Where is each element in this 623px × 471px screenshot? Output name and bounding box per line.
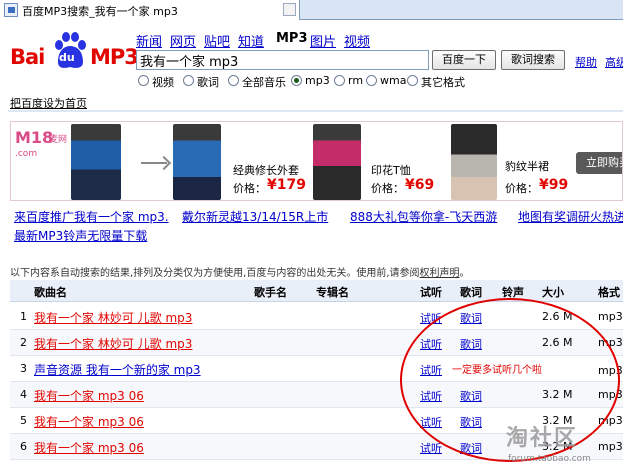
watermark-url: forum.taobao.com	[508, 454, 591, 464]
col-header-listen: 试听	[420, 286, 442, 299]
nav-item-images[interactable]: 图片	[310, 31, 336, 50]
arrow-right-icon	[141, 162, 167, 164]
tab-strip: 百度MP3搜索_我有一个家 mp3	[0, 0, 623, 20]
m18-logo: M18	[15, 128, 54, 147]
row-number: 2	[20, 336, 27, 349]
product-name-skirt: 豹纹半裙	[505, 160, 549, 173]
song-link[interactable]: 我有一个家 mp3 06	[34, 387, 144, 404]
set-homepage-link[interactable]: 把百度设为首页	[10, 95, 87, 111]
rights-statement-link[interactable]: 权利声明	[420, 268, 460, 279]
promo-link-5[interactable]: 最新MP3铃声无限量下载	[14, 227, 147, 244]
logo-mp3-text: MP3	[90, 45, 139, 69]
promo-link-1[interactable]: 来百度推广我有一个家 mp3.	[14, 208, 169, 225]
file-format: mp3	[598, 310, 623, 323]
radio-mp3[interactable]	[291, 75, 302, 86]
col-header-album: 专辑名	[316, 286, 349, 299]
browser-tab[interactable]: 百度MP3搜索_我有一个家 mp3	[0, 0, 300, 20]
col-header-size: 大小	[542, 286, 564, 299]
product-name-tshirt: 印花T恤	[371, 164, 411, 177]
promo-link-4[interactable]: 地图有奖调研火热进行	[518, 208, 623, 225]
product-photo-tshirt	[313, 124, 361, 200]
baidu-mp3-logo[interactable]: Bai du MP3	[10, 30, 139, 74]
price-tshirt: ¥69	[405, 177, 435, 193]
nav-item-video[interactable]: 视频	[344, 31, 370, 50]
price-jacket: ¥179	[267, 177, 306, 193]
header-divider	[8, 110, 623, 112]
promo-link-2[interactable]: 戴尔新灵越13/14/15R上市	[182, 208, 328, 225]
price-skirt: ¥99	[539, 177, 569, 193]
row-number: 6	[20, 440, 27, 453]
nav-item-tieba[interactable]: 贴吧	[204, 31, 230, 50]
radio-rm[interactable]	[334, 75, 345, 86]
advanced-link[interactable]: 高级	[605, 54, 623, 70]
tab-title: 百度MP3搜索_我有一个家 mp3	[22, 5, 178, 18]
song-link[interactable]: 我有一个家 mp3 06	[34, 439, 144, 456]
col-header-lyrics: 歌词	[460, 286, 482, 299]
row-number: 5	[20, 414, 27, 427]
radio-wma[interactable]	[366, 75, 377, 86]
nav-item-news[interactable]: 新闻	[136, 31, 162, 50]
nav-item-mp3[interactable]: MP3	[276, 31, 308, 46]
promo-link-3[interactable]: 888大礼包等你拿-飞天西游	[350, 208, 497, 225]
m18-logo-sub: 麦网	[49, 135, 68, 145]
taobao-watermark: 淘社区 forum.taobao.com	[506, 420, 618, 470]
col-header-format: 格式	[598, 286, 620, 299]
radio-rm-label: rm	[348, 74, 364, 87]
tab-close-icon[interactable]	[283, 3, 296, 16]
disclaimer-text: 以下内容系自动搜索的结果,排列及分类仅为方便使用,百度与内容的出处无关。使用前,…	[10, 268, 420, 279]
watermark-logo: 淘社区	[506, 426, 579, 451]
nav-item-web[interactable]: 网页	[170, 31, 196, 50]
model-photo-1	[71, 124, 121, 200]
song-link[interactable]: 我有一个家 林妙可 儿歌 mp3	[34, 309, 192, 326]
page-favicon-icon	[4, 3, 18, 17]
radio-all-music-label: 全部音乐	[242, 76, 286, 89]
product-photo-jacket	[173, 124, 221, 200]
logo-du-text: du	[59, 51, 75, 64]
annotation-text: 一定要多试听几个啦	[452, 365, 542, 376]
buy-now-button[interactable]: 立即购买	[576, 152, 622, 174]
radio-other[interactable]	[407, 75, 418, 86]
radio-wma-label: wma	[380, 74, 407, 87]
radio-other-label: 其它格式	[421, 76, 465, 89]
radio-mp3-label: mp3	[305, 74, 330, 87]
logo-bai-text: Bai	[10, 45, 45, 69]
song-link[interactable]: 我有一个家 林妙可 儿歌 mp3	[34, 335, 192, 352]
nav-item-zhidao[interactable]: 知道	[238, 31, 264, 50]
col-header-singer: 歌手名	[254, 286, 287, 299]
m18-logo-url: .com	[15, 149, 38, 159]
radio-lyrics[interactable]	[183, 75, 194, 86]
price-label-jacket: 价格：	[233, 182, 266, 195]
row-number: 4	[20, 388, 27, 401]
help-link[interactable]: 帮助	[575, 54, 597, 70]
search-button[interactable]: 百度一下	[432, 50, 496, 70]
radio-video-label: 视频	[152, 76, 174, 89]
disclaimer-notice: 以下内容系自动搜索的结果,排列及分类仅为方便使用,百度与内容的出处无关。使用前,…	[10, 264, 470, 279]
ad-banner[interactable]: M18 麦网 .com 经典修长外套 价格： ¥179 印花T恤 价格： ¥69…	[10, 121, 623, 201]
lyrics-search-button[interactable]: 歌词搜索	[501, 50, 565, 70]
search-input[interactable]	[136, 50, 429, 70]
row-number: 3	[20, 362, 27, 375]
radio-lyrics-label: 歌词	[197, 76, 219, 89]
radio-all-music[interactable]	[228, 75, 239, 86]
product-name-jacket: 经典修长外套	[233, 164, 299, 177]
row-number: 1	[20, 310, 27, 323]
song-link[interactable]: 声音资源 我有一个新的家 mp3	[34, 361, 201, 378]
song-link[interactable]: 我有一个家 mp3 06	[34, 413, 144, 430]
price-label-tshirt: 价格：	[371, 182, 404, 195]
disclaimer-end: 。	[459, 268, 470, 279]
col-header-song: 歌曲名	[34, 286, 67, 299]
product-photo-skirt	[451, 124, 497, 200]
radio-video[interactable]	[138, 75, 149, 86]
price-label-skirt: 价格：	[505, 182, 538, 195]
